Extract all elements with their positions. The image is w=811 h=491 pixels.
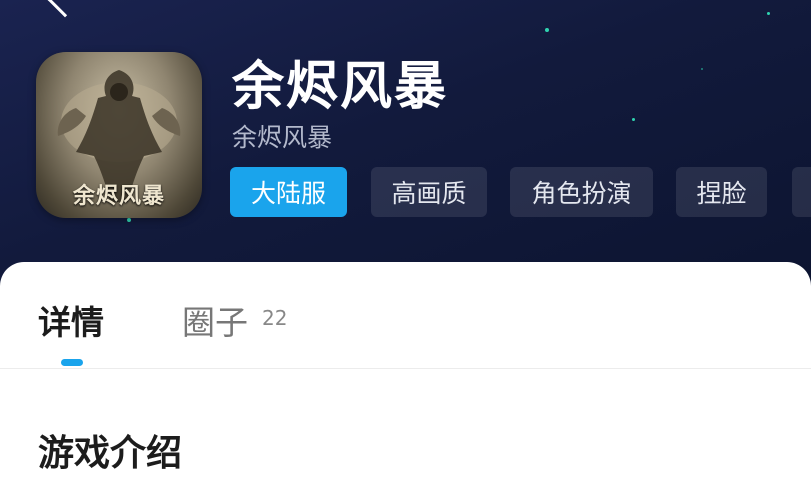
star-decoration xyxy=(767,12,770,15)
active-tab-indicator xyxy=(61,359,83,366)
tag-label: 高画质 xyxy=(391,179,467,208)
star-decoration xyxy=(701,68,703,70)
tab-details[interactable]: 详情 xyxy=(38,296,104,344)
tag-list: 大陆服 高画质 角色扮演 捏脸 xyxy=(230,167,811,217)
tag-label: 角色扮演 xyxy=(531,179,632,208)
section-title-game-intro: 游戏介绍 xyxy=(38,433,183,474)
game-header: 余烬风暴 余烬风暴 余烬风暴 大陆服 高画质 角色扮演 捏脸 xyxy=(0,0,811,300)
tag-mainland-server[interactable]: 大陆服 xyxy=(230,167,347,217)
game-subtitle: 余烬风暴 xyxy=(232,123,333,152)
tab-circle-count: 22 xyxy=(262,306,288,330)
tab-circle[interactable]: 圈子 xyxy=(182,296,248,344)
star-decoration xyxy=(127,218,131,222)
tag-high-quality[interactable]: 高画质 xyxy=(371,167,487,217)
game-title: 余烬风暴 xyxy=(232,57,449,117)
tag-partial[interactable] xyxy=(792,167,811,217)
back-arrow-icon[interactable] xyxy=(46,0,84,18)
star-decoration xyxy=(545,28,549,32)
game-icon: 余烬风暴 xyxy=(36,52,202,218)
tag-role-playing[interactable]: 角色扮演 xyxy=(510,167,653,217)
star-decoration xyxy=(632,118,635,121)
game-detail-screen: 余烬风暴 余烬风暴 余烬风暴 大陆服 高画质 角色扮演 捏脸 详情 圈子 22 … xyxy=(0,0,811,491)
tag-label: 大陆服 xyxy=(250,179,326,208)
tag-label: 捏脸 xyxy=(696,179,747,208)
game-icon-caption: 余烬风暴 xyxy=(72,184,165,209)
tag-face-customization[interactable]: 捏脸 xyxy=(676,167,767,217)
tab-divider xyxy=(0,368,811,369)
